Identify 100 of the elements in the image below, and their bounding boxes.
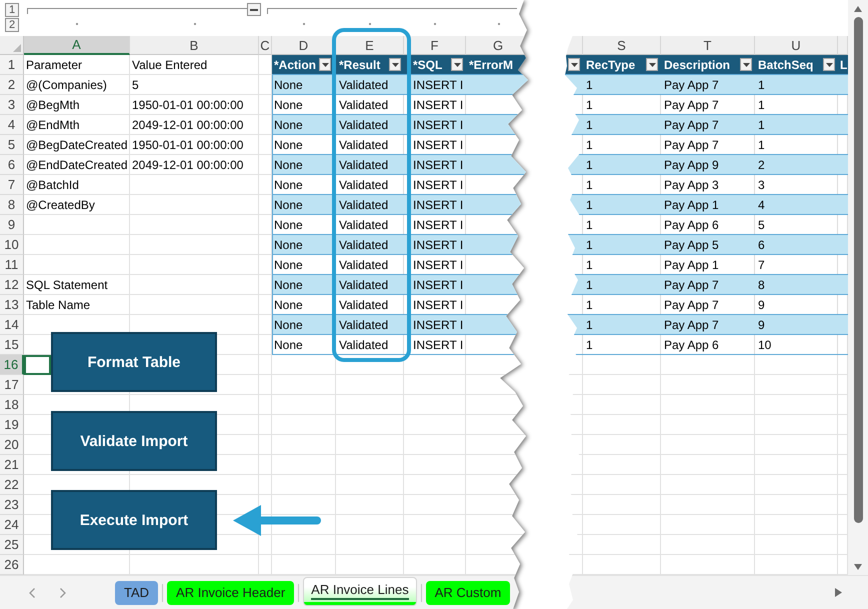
scroll-up-button[interactable] (852, 4, 864, 14)
sheet-tab[interactable]: TAD (115, 580, 158, 604)
table-cell-text: 7 (757, 256, 766, 274)
sheet-cell-text: @BegMth (25, 96, 81, 114)
sheet-cell-text: @CreatedBy (25, 196, 96, 214)
table-cell-text: None (273, 256, 304, 274)
table-cell-text: Pay App 7 (663, 296, 720, 314)
filter-button[interactable] (389, 58, 401, 71)
outline-level-button[interactable]: 2 (5, 18, 19, 32)
table-cell-text: 8 (757, 276, 766, 294)
column-header[interactable]: T (661, 36, 755, 55)
row-header[interactable]: 12 (0, 275, 24, 295)
table-cell-text: Validated (338, 276, 390, 294)
triangle-up-icon (854, 6, 862, 12)
column-header[interactable]: U (755, 36, 838, 55)
macro-button[interactable]: Execute Import (51, 490, 217, 550)
macro-button[interactable]: Format Table (51, 332, 217, 392)
triangle-down-icon (854, 564, 862, 570)
row-header[interactable]: 5 (0, 135, 24, 155)
table-cell-text: 1 (757, 76, 766, 94)
column-heading: Description (664, 58, 730, 72)
scroll-right-button[interactable] (832, 588, 844, 598)
table-cell-text: 10 (757, 336, 772, 354)
filter-button[interactable] (451, 58, 463, 71)
table-cell-text: None (273, 136, 304, 154)
table-cell-text: INSERT I (412, 136, 464, 154)
sheet-tab[interactable]: AR Invoice Header (167, 580, 294, 604)
table-cell-text: 1 (585, 156, 594, 174)
table-cell-text: 1 (585, 316, 594, 334)
table-cell-text: Pay App 7 (663, 116, 720, 134)
filter-button[interactable] (319, 58, 331, 71)
sheet-tab[interactable]: AR Custom (426, 580, 510, 604)
row-header[interactable]: 14 (0, 315, 24, 335)
row-header[interactable]: 25 (0, 535, 24, 555)
table-cell-text: 1 (585, 76, 594, 94)
row-header[interactable]: 4 (0, 115, 24, 135)
column-heading: *Result (339, 58, 380, 72)
row-header[interactable]: 2 (0, 75, 24, 95)
macro-button[interactable]: Validate Import (51, 411, 217, 471)
filter-button[interactable] (646, 58, 658, 71)
row-header[interactable]: 10 (0, 235, 24, 255)
row-header[interactable]: 9 (0, 215, 24, 235)
row-header[interactable]: 18 (0, 395, 24, 415)
table-cell-text: 1 (585, 276, 594, 294)
row-header[interactable]: 13 (0, 295, 24, 315)
row-header[interactable]: 17 (0, 375, 24, 395)
column-header[interactable]: F (404, 36, 466, 55)
table-cell-text: Validated (338, 156, 390, 174)
row-header[interactable]: 16 (0, 355, 24, 375)
sheet-cell-text: 5 (131, 76, 140, 94)
row-header[interactable]: 22 (0, 475, 24, 495)
table-cell-text: None (273, 336, 304, 354)
table-cell-text: INSERT I (412, 256, 464, 274)
sheet-cell-text: @(Companies) (25, 76, 108, 94)
table-cell-text: Pay App 1 (663, 256, 720, 274)
outline-level-button[interactable]: 1 (5, 3, 19, 17)
row-header[interactable]: 11 (0, 255, 24, 275)
filter-button[interactable] (568, 58, 580, 71)
table-cell-text: None (273, 236, 304, 254)
table-cell-text: 1 (757, 136, 766, 154)
row-header[interactable]: 19 (0, 415, 24, 435)
active-cell[interactable] (24, 355, 51, 375)
column-header[interactable]: C (259, 36, 272, 55)
row-header[interactable]: 21 (0, 455, 24, 475)
row-header[interactable]: 6 (0, 155, 24, 175)
row-header[interactable]: 8 (0, 195, 24, 215)
sheet-cell-text: @EndMth (25, 116, 81, 134)
row-header[interactable]: 15 (0, 335, 24, 355)
row-header[interactable]: 1 (0, 55, 24, 75)
row-header[interactable]: 20 (0, 435, 24, 455)
sheet-cell-text: 1950-01-01 00:00:00 (131, 136, 244, 154)
column-header[interactable]: S (583, 36, 661, 55)
row-header[interactable]: 3 (0, 95, 24, 115)
column-header[interactable]: A (24, 36, 130, 55)
filter-button[interactable] (823, 58, 835, 71)
table-cell-text: Validated (338, 256, 390, 274)
table-cell-text: 1 (585, 236, 594, 254)
column-header[interactable]: B (130, 36, 259, 55)
table-cell-text: Pay App 9 (663, 156, 720, 174)
table-cell-text: 6 (757, 236, 766, 254)
sheet-tab[interactable]: AR Invoice Lines (303, 577, 417, 606)
column-header[interactable]: E (336, 36, 404, 55)
row-header[interactable]: 7 (0, 175, 24, 195)
scrollbar-thumb[interactable] (854, 17, 862, 523)
table-cell-text: Validated (338, 76, 390, 94)
caret-down-icon (570, 62, 578, 66)
row-header[interactable]: 26 (0, 555, 24, 575)
row-header[interactable]: 23 (0, 495, 24, 515)
scroll-down-button[interactable] (852, 562, 864, 572)
sheet-cell-text: Table Name (25, 296, 92, 314)
column-heading: *Action (274, 58, 316, 72)
vertical-scrollbar[interactable] (848, 0, 868, 575)
table-cell-text: INSERT I (412, 76, 464, 94)
filter-button[interactable] (740, 58, 752, 71)
table-cell-text: Validated (338, 316, 390, 334)
caret-down-icon (454, 62, 460, 66)
row-header[interactable]: 24 (0, 515, 24, 535)
chevron-right-icon (60, 588, 66, 598)
collapse-button[interactable] (247, 3, 261, 16)
table-cell-text: 1 (585, 136, 594, 154)
